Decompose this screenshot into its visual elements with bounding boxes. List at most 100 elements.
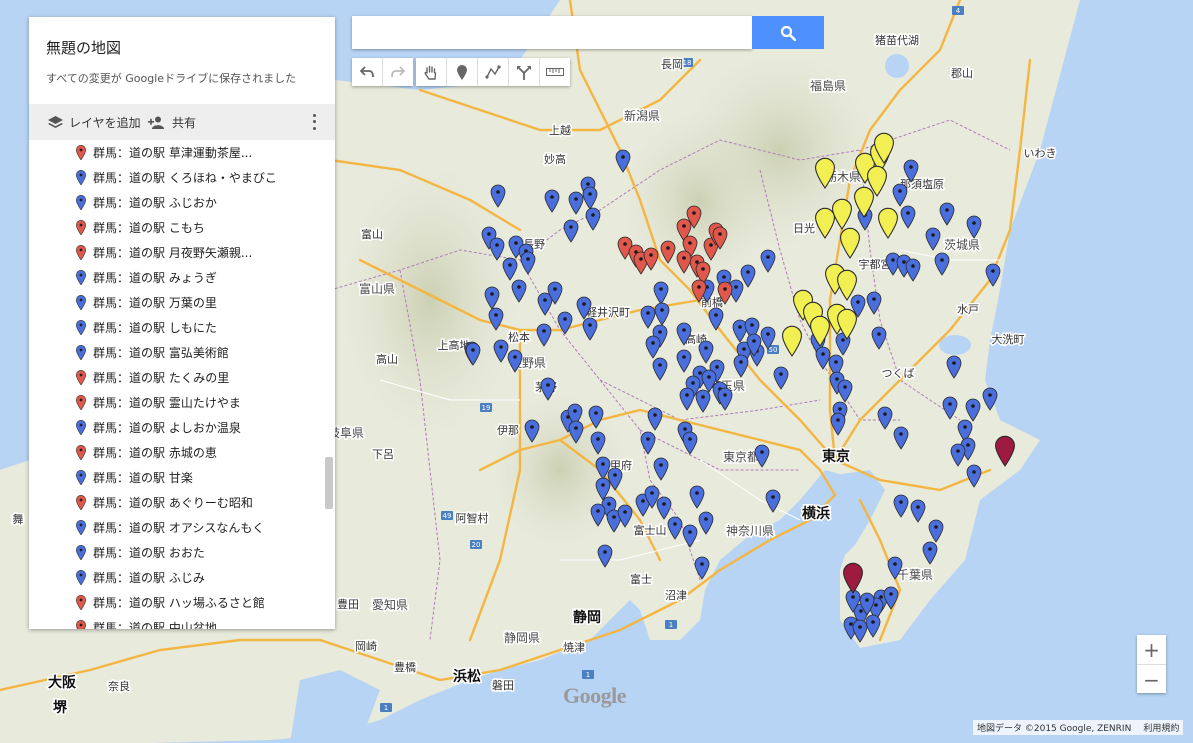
place-marker-icon xyxy=(76,320,86,335)
zoom-in-button[interactable]: + xyxy=(1137,635,1166,665)
terms-link[interactable]: 利用規約 xyxy=(1143,721,1179,734)
map-place-label: 伊那 xyxy=(497,424,519,437)
place-marker-icon xyxy=(76,270,86,285)
list-item[interactable]: 群馬：道の駅 赤城の恵 xyxy=(29,440,321,465)
place-marker-icon xyxy=(76,145,86,160)
list-item[interactable]: 群馬：道の駅 草津運動茶屋... xyxy=(29,140,321,165)
list-item[interactable]: 群馬：道の駅 こもち xyxy=(29,215,321,240)
list-item-label: 群馬：道の駅 みょうぎ xyxy=(93,271,217,285)
map-place-label: 東京都 xyxy=(723,450,759,464)
map-place-label: 奈良 xyxy=(108,679,130,693)
redo-button[interactable] xyxy=(383,58,413,86)
layer-actions-bar: レイヤを追加 共有 xyxy=(29,104,335,140)
draw-line-button[interactable] xyxy=(478,58,509,86)
route-shield-label: 1 xyxy=(384,704,388,712)
list-item-label: 群馬：道の駅 甘楽 xyxy=(93,471,193,485)
mountain-shade xyxy=(490,390,630,550)
place-marker-icon xyxy=(76,245,86,260)
place-marker-icon xyxy=(76,495,86,510)
map-title[interactable]: 無題の地図 xyxy=(46,37,121,58)
place-marker-icon xyxy=(76,520,86,535)
map-place-label: 神奈川県 xyxy=(726,524,774,538)
map-place-label: 妙高 xyxy=(544,152,566,166)
map-place-label: 大洗町 xyxy=(992,332,1025,346)
draw-line-icon xyxy=(485,65,501,79)
map-place-label: 上越 xyxy=(549,123,571,137)
list-item-label: 群馬：道の駅 よしおか温泉 xyxy=(93,421,241,435)
map-place-label: 水戸 xyxy=(957,303,979,316)
map-place-label: 松本 xyxy=(508,330,530,344)
hand-icon xyxy=(424,65,437,80)
undo-button[interactable] xyxy=(352,58,383,86)
list-item[interactable]: 群馬：道の駅 甘楽 xyxy=(29,465,321,490)
hand-tool-button[interactable] xyxy=(416,58,447,86)
place-marker-icon xyxy=(76,220,86,235)
list-item[interactable]: 群馬：道の駅 オアシスなんもく xyxy=(29,515,321,540)
list-item[interactable]: 群馬：道の駅 中山盆地 xyxy=(29,615,321,629)
route-shield-label: 20 xyxy=(472,541,481,549)
list-scrollbar[interactable] xyxy=(325,457,333,509)
more-options-icon[interactable] xyxy=(311,112,317,132)
directions-icon xyxy=(517,65,531,80)
undo-icon xyxy=(360,66,374,78)
place-marker-icon xyxy=(76,595,86,610)
route-shield-label: 49 xyxy=(443,512,452,520)
list-item[interactable]: 群馬：道の駅 くろほね・やまびこ xyxy=(29,165,321,190)
share-button[interactable]: 共有 xyxy=(148,114,196,131)
lake-inawashiro xyxy=(885,54,909,78)
list-item[interactable]: 群馬：道の駅 万葉の里 xyxy=(29,290,321,315)
list-item-label: 群馬：道の駅 霊山たけやま xyxy=(93,396,241,410)
map-place-label: 富山県 xyxy=(359,281,395,296)
list-item-label: 群馬：道の駅 オアシスなんもく xyxy=(93,521,265,535)
list-item-label: 群馬：道の駅 しもにた xyxy=(93,321,217,335)
search-button[interactable] xyxy=(752,16,824,49)
zoom-out-button[interactable]: − xyxy=(1137,665,1166,694)
list-item[interactable]: 群馬：道の駅 おおた xyxy=(29,540,321,565)
list-item-label: 群馬：道の駅 たくみの里 xyxy=(93,371,230,385)
place-marker-icon xyxy=(76,395,86,410)
map-data-attribution: 地図データ ©2015 Google, ZENRIN xyxy=(977,724,1132,734)
add-layer-button[interactable]: レイヤを追加 xyxy=(48,114,141,131)
list-item-label: 群馬：道の駅 こもち xyxy=(93,221,205,235)
list-item[interactable]: 群馬：道の駅 霊山たけやま xyxy=(29,390,321,415)
map-side-panel: 無題の地図 すべての変更が Googleドライブに保存されました レイヤを追加 … xyxy=(29,17,335,629)
list-item[interactable]: 群馬：道の駅 みょうぎ xyxy=(29,265,321,290)
list-item[interactable]: 群馬：道の駅 あぐりーむ昭和 xyxy=(29,490,321,515)
map-place-label: 軽井沢町 xyxy=(586,305,630,319)
map-place-label: 焼津 xyxy=(563,641,585,654)
list-item[interactable]: 群馬：道の駅 たくみの里 xyxy=(29,365,321,390)
list-item-label: 群馬：道の駅 草津運動茶屋... xyxy=(93,146,253,160)
map-place-label: 静岡 xyxy=(573,609,601,626)
add-marker-button[interactable] xyxy=(447,58,478,86)
list-item-label: 群馬：道の駅 ふじおか xyxy=(93,196,217,210)
list-item[interactable]: 群馬：道の駅 ふじおか xyxy=(29,190,321,215)
list-item-label: 群馬：道の駅 中山盆地 xyxy=(93,621,217,629)
list-item[interactable]: 群馬：道の駅 富弘美術館 xyxy=(29,340,321,365)
map-place-label: 岡崎 xyxy=(355,639,377,653)
list-item-label: 群馬：道の駅 ハッ場ふるさと館 xyxy=(93,596,265,610)
attribution-bar: 地図データ ©2015 Google, ZENRIN 利用規約 xyxy=(973,720,1184,735)
save-status: すべての変更が Googleドライブに保存されました xyxy=(46,72,297,85)
list-item[interactable]: 群馬：道の駅 ハッ場ふるさと館 xyxy=(29,590,321,615)
list-item[interactable]: 群馬：道の駅 しもにた xyxy=(29,315,321,340)
directions-button[interactable] xyxy=(509,58,540,86)
share-label: 共有 xyxy=(172,116,197,130)
list-item-label: 群馬：道の駅 おおた xyxy=(93,546,205,560)
list-item[interactable]: 群馬：道の駅 月夜野矢瀬親... xyxy=(29,240,321,265)
list-item-label: 群馬：道の駅 くろほね・やまびこ xyxy=(93,171,277,185)
map-place-label: 豊橋 xyxy=(394,660,416,674)
map-place-label: つくば xyxy=(882,367,915,380)
lake-kasumigaura xyxy=(939,335,971,355)
ruler-icon xyxy=(546,68,564,76)
map-place-label: 沼津 xyxy=(665,588,687,602)
place-marker-icon xyxy=(76,170,86,185)
route-shield-label: 50 xyxy=(769,346,778,354)
list-item[interactable]: 群馬：道の駅 よしおか温泉 xyxy=(29,415,321,440)
map-place-label: 愛知県 xyxy=(372,598,408,612)
map-place-label: 静岡県 xyxy=(504,631,540,645)
route-shield-label: 1 xyxy=(669,621,673,629)
map-search-input[interactable] xyxy=(352,16,752,49)
measure-button[interactable] xyxy=(540,58,570,86)
list-item[interactable]: 群馬：道の駅 ふじみ xyxy=(29,565,321,590)
place-marker-icon xyxy=(76,295,86,310)
